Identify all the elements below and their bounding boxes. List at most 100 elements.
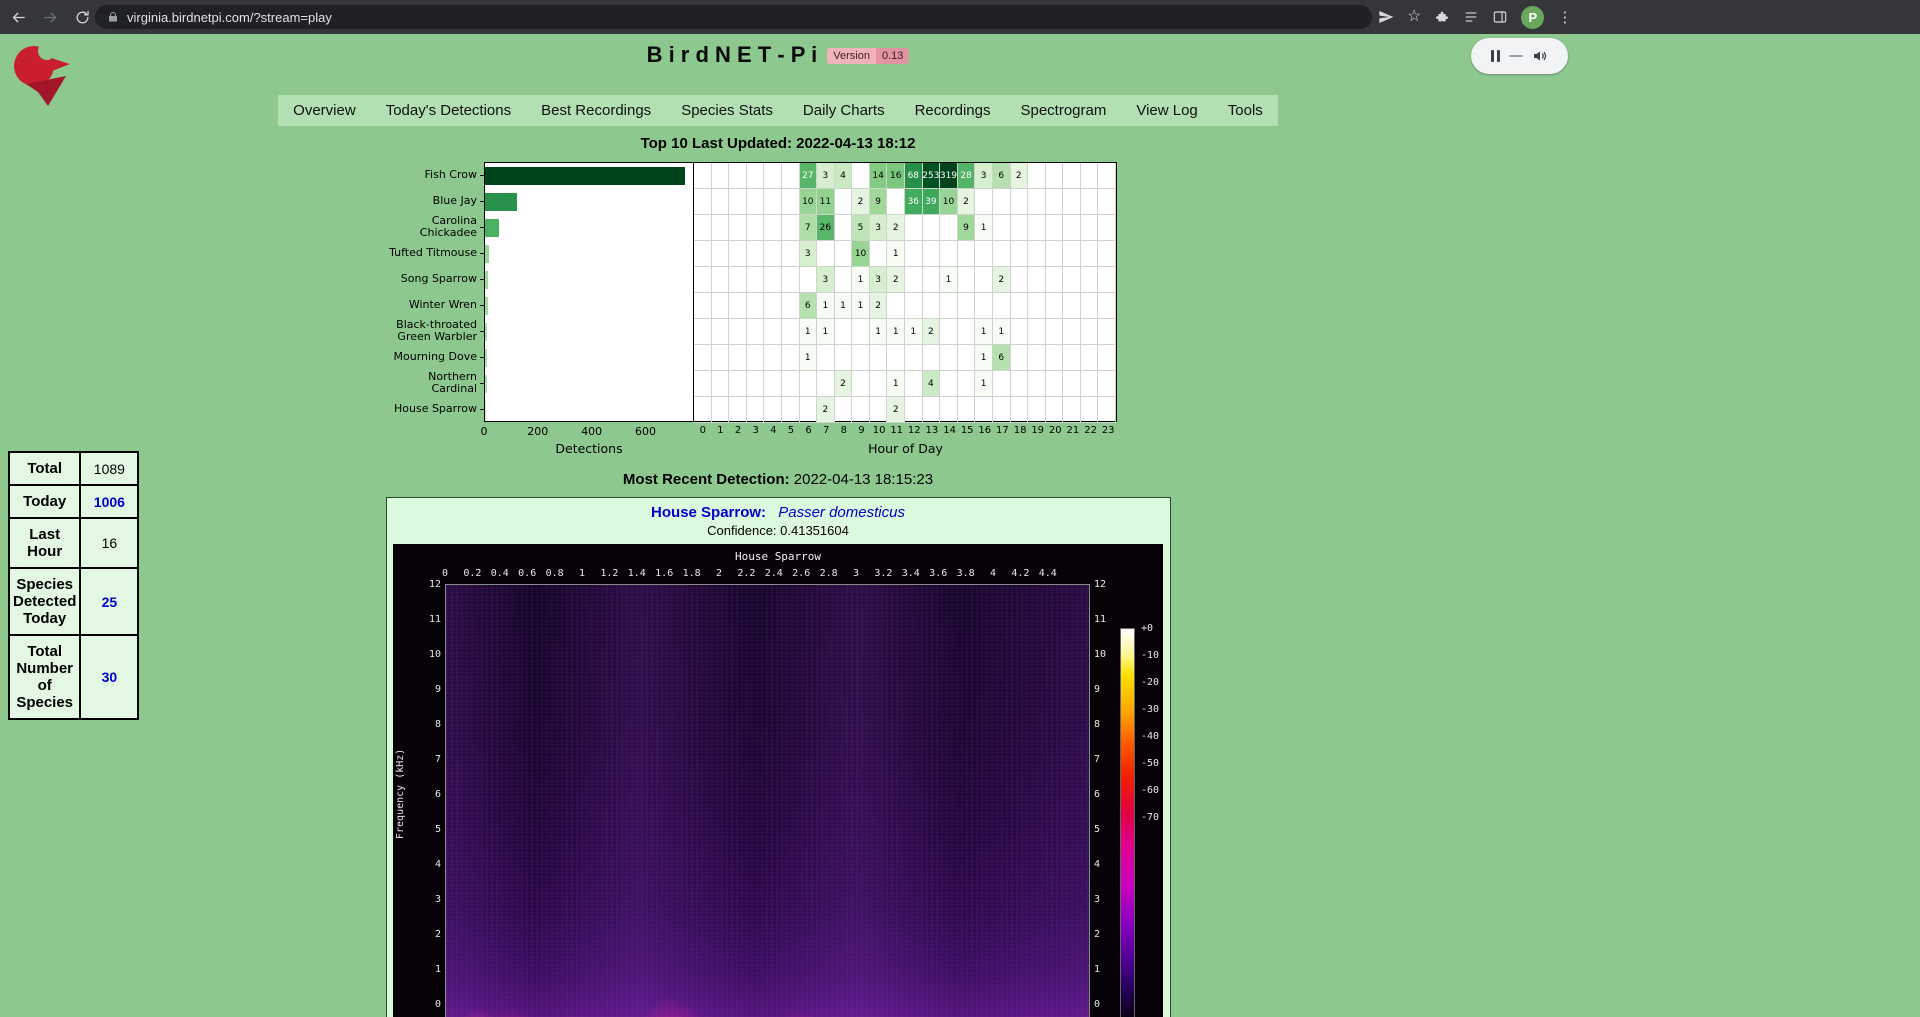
heatmap-cell: 2 (993, 267, 1011, 293)
spec-x-tick: 0.2 (463, 568, 481, 579)
species-detections-bar (485, 245, 489, 263)
heatmap-cell (940, 241, 958, 267)
heatmap-cell: 1 (835, 293, 853, 319)
nav-item-recordings[interactable]: Recordings (900, 95, 1006, 126)
detection-common-name-link[interactable]: House Sparrow: (651, 504, 766, 521)
spec-y-tick-left: 7 (419, 754, 441, 765)
heatmap-cell (1011, 293, 1029, 319)
heatmap-cell (1063, 267, 1081, 293)
hour-axis-tick: 23 (1102, 425, 1115, 436)
hour-axis-tick: 4 (770, 425, 776, 436)
spec-x-tick: 2.6 (792, 568, 810, 579)
spec-x-tick: 2.2 (737, 568, 755, 579)
bookmark-star-icon[interactable]: ☆ (1407, 9, 1421, 25)
heatmap-cell (1046, 267, 1064, 293)
heatmap-cell: 319 (940, 163, 958, 189)
audio-player[interactable] (1471, 38, 1568, 74)
nav-item-spectrogram[interactable]: Spectrogram (1005, 95, 1121, 126)
heatmap-cell (887, 345, 905, 371)
heatmap-cell (1046, 319, 1064, 345)
hour-axis-tick: 20 (1049, 425, 1062, 436)
nav-item-best-recordings[interactable]: Best Recordings (526, 95, 666, 126)
heatmap-cell (835, 241, 853, 267)
heatmap-cell (923, 397, 941, 423)
profile-avatar[interactable]: P (1521, 6, 1544, 29)
heatmap-cell (712, 371, 730, 397)
heatmap-cell (712, 241, 730, 267)
side-panel-icon[interactable] (1492, 9, 1508, 25)
address-bar[interactable]: virginia.birdnetpi.com/?stream=play (95, 5, 1372, 29)
nav-item-view-log[interactable]: View Log (1121, 95, 1212, 126)
audio-seek-bar[interactable] (1509, 55, 1523, 57)
spec-x-tick: 3 (853, 568, 859, 579)
heatmap-cell (905, 345, 923, 371)
browser-menu-icon[interactable]: ⋮ (1557, 10, 1572, 25)
species-label: Carolina Chickadee (388, 214, 484, 240)
detection-confidence: Confidence: 0.41351604 (387, 523, 1170, 538)
stats-row-value[interactable]: 30 (80, 635, 138, 719)
heatmap-cell (782, 345, 800, 371)
heatmap-cell (1028, 189, 1046, 215)
recent-detection-heading: Most Recent Detection: 2022-04-13 18:15:… (0, 471, 1556, 488)
colorbar-tick: -50 (1141, 758, 1159, 769)
heatmap-cell (923, 215, 941, 241)
heatmap-cell: 1 (852, 293, 870, 319)
back-icon[interactable] (10, 9, 27, 26)
version-badge-label: Version (827, 48, 876, 64)
pause-button[interactable] (1491, 50, 1500, 62)
spec-y-tick-left: 4 (419, 859, 441, 870)
hour-axis-tick: 8 (841, 425, 847, 436)
nav-item-tools[interactable]: Tools (1213, 95, 1278, 126)
nav-item-species-stats[interactable]: Species Stats (666, 95, 788, 126)
version-badge: Version 0.13 (827, 48, 909, 64)
heatmap-cell: 3 (817, 163, 835, 189)
heatmap-cell (1063, 371, 1081, 397)
spec-y-tick-left: 2 (419, 929, 441, 940)
detection-scientific-name-link[interactable]: Passer domesticus (778, 504, 905, 521)
reload-icon[interactable] (74, 9, 91, 26)
heatmap-cell (1046, 163, 1064, 189)
heatmap-cell (1046, 397, 1064, 423)
extensions-puzzle-icon[interactable] (1434, 9, 1450, 25)
heatmap-cell (764, 241, 782, 267)
nav-item-today-s-detections[interactable]: Today's Detections (371, 95, 526, 126)
heatmap-cell (712, 267, 730, 293)
colorbar-tick: -40 (1141, 731, 1159, 742)
spec-x-tick: 0.4 (491, 568, 509, 579)
heatmap-cell (729, 371, 747, 397)
stats-row-value[interactable]: 1006 (80, 485, 138, 518)
top10-chart: Fish CrowBlue JayCarolina ChickadeeTufte… (388, 162, 1168, 458)
spec-y-tick-left: 0 (419, 999, 441, 1010)
spectrogram-colorbar (1120, 628, 1135, 1017)
volume-icon[interactable] (1532, 48, 1548, 64)
spec-y-tick-left: 8 (419, 719, 441, 730)
spec-y-tick-left: 10 (419, 649, 441, 660)
forward-icon[interactable] (42, 9, 59, 26)
spec-x-tick: 2.8 (820, 568, 838, 579)
stats-row-label: Today (9, 485, 80, 518)
stats-row: Today1006 (9, 485, 138, 518)
heatmap-cell (1011, 215, 1029, 241)
spec-y-tick-right: 8 (1094, 719, 1116, 730)
heatmap-cell (905, 215, 923, 241)
send-icon[interactable] (1378, 9, 1394, 25)
species-label: Mourning Dove (388, 344, 484, 370)
stats-row-value[interactable]: 25 (80, 568, 138, 635)
heatmap-cell (1011, 371, 1029, 397)
heatmap-cell (747, 215, 765, 241)
nav-item-daily-charts[interactable]: Daily Charts (788, 95, 900, 126)
heatmap-cell (747, 163, 765, 189)
chart-bar-panel (484, 162, 694, 422)
heatmap-cell: 1 (940, 267, 958, 293)
heatmap-cell (1028, 397, 1046, 423)
spec-y-tick-right: 7 (1094, 754, 1116, 765)
heatmap-cell (1063, 241, 1081, 267)
spec-y-tick-right: 6 (1094, 789, 1116, 800)
reading-list-icon[interactable] (1463, 9, 1479, 25)
heatmap-cell (1028, 371, 1046, 397)
heatmap-cell: 14 (870, 163, 888, 189)
spectrogram-image (445, 584, 1090, 1017)
nav-item-overview[interactable]: Overview (278, 95, 371, 126)
heatmap-cell (694, 267, 712, 293)
spec-y-tick-right: 1 (1094, 964, 1116, 975)
